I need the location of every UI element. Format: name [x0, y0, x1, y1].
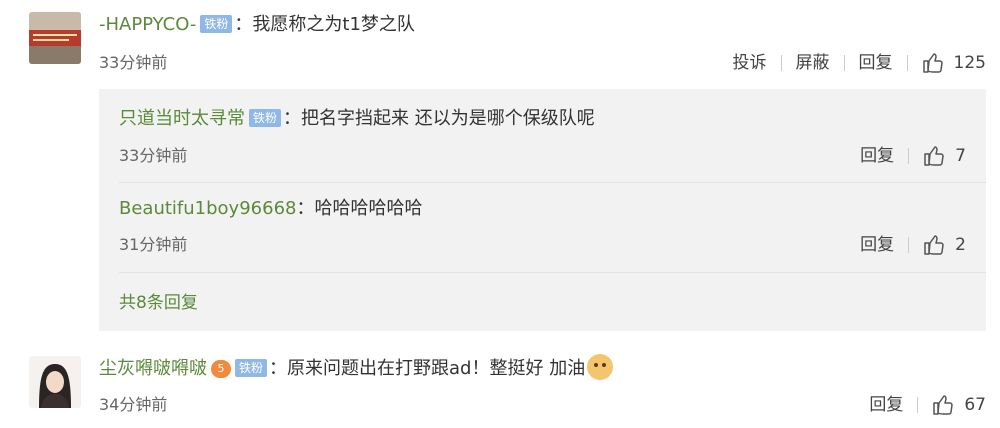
colon: ： — [283, 108, 302, 129]
reply-button[interactable]: 回复 — [860, 233, 894, 257]
avatar-image — [29, 356, 81, 408]
thumb-up-icon — [922, 53, 943, 73]
reply-text: 哈哈哈哈哈哈 — [314, 198, 423, 219]
thumb-up-icon — [924, 235, 944, 255]
comment-text: 原来问题出在打野跟ad！整挺好 加油 — [287, 358, 586, 379]
colon: ： — [269, 358, 288, 379]
like-count: 7 — [955, 146, 966, 166]
thumb-up-icon — [924, 146, 944, 166]
reply-actions: 回复 7 — [860, 144, 966, 168]
divider — [843, 55, 845, 71]
thumb-up-icon — [933, 395, 954, 415]
like-button[interactable]: 2 — [923, 233, 966, 257]
like-count: 2 — [955, 235, 966, 255]
reply-button[interactable]: 回复 — [860, 144, 894, 168]
comment-actions: 投诉 屏蔽 回复 125 — [733, 51, 986, 75]
fan-badge: 铁粉 — [200, 15, 233, 33]
reply-line: Beautifu1boy96668：哈哈哈哈哈哈 — [119, 196, 422, 222]
reply-divider — [119, 272, 986, 273]
like-button[interactable]: 7 — [923, 144, 966, 168]
reply-line: 只道当时太寻常 铁粉 ：把名字挡起来 还以为是哪个保级队呢 — [119, 106, 595, 132]
like-button[interactable]: 67 — [932, 393, 986, 417]
more-replies-link[interactable]: 共8条回复 — [119, 288, 198, 313]
like-count: 67 — [964, 395, 986, 415]
comment-actions: 回复 67 — [869, 393, 986, 417]
avatar[interactable] — [29, 12, 81, 64]
reply-divider — [119, 182, 986, 183]
fan-badge: 铁粉 — [249, 109, 282, 127]
comment-time: 33分钟前 — [99, 53, 168, 72]
vip-badge-icon: 5 — [211, 360, 231, 378]
comment-line: 尘灰嘚啵嘚啵 5 铁粉 ：原来问题出在打野跟ad！整挺好 加油 — [99, 354, 614, 382]
reply-button[interactable]: 回复 — [869, 393, 903, 417]
reply-time: 31分钟前 — [119, 235, 188, 254]
divider — [908, 148, 910, 164]
like-count: 125 — [953, 53, 986, 73]
reply-time: 33分钟前 — [119, 146, 188, 165]
avatar[interactable] — [29, 356, 81, 408]
block-button[interactable]: 屏蔽 — [796, 51, 830, 75]
divider — [906, 55, 908, 71]
comment-text: 我愿称之为t1梦之队 — [252, 14, 415, 35]
reply-author[interactable]: 只道当时太寻常 — [119, 108, 245, 129]
reply-text: 把名字挡起来 还以为是哪个保级队呢 — [301, 108, 595, 129]
divider — [780, 55, 782, 71]
reply-author[interactable]: Beautifu1boy96668 — [119, 198, 296, 219]
comment-time: 34分钟前 — [99, 395, 168, 414]
comment-line: -HAPPYCO- 铁粉 ：我愿称之为t1梦之队 — [99, 12, 415, 38]
colon: ： — [296, 198, 315, 219]
fan-badge: 铁粉 — [235, 359, 268, 377]
reply-actions: 回复 2 — [860, 233, 966, 257]
comment-author[interactable]: 尘灰嘚啵嘚啵 — [99, 358, 207, 379]
report-button[interactable]: 投诉 — [733, 51, 767, 75]
avatar-image — [29, 12, 81, 64]
colon: ： — [234, 14, 253, 35]
emoji-icon — [587, 354, 614, 380]
comment-author[interactable]: -HAPPYCO- — [99, 14, 196, 35]
divider — [908, 237, 910, 253]
divider — [917, 397, 919, 413]
like-button[interactable]: 125 — [922, 51, 986, 75]
reply-button[interactable]: 回复 — [859, 51, 893, 75]
